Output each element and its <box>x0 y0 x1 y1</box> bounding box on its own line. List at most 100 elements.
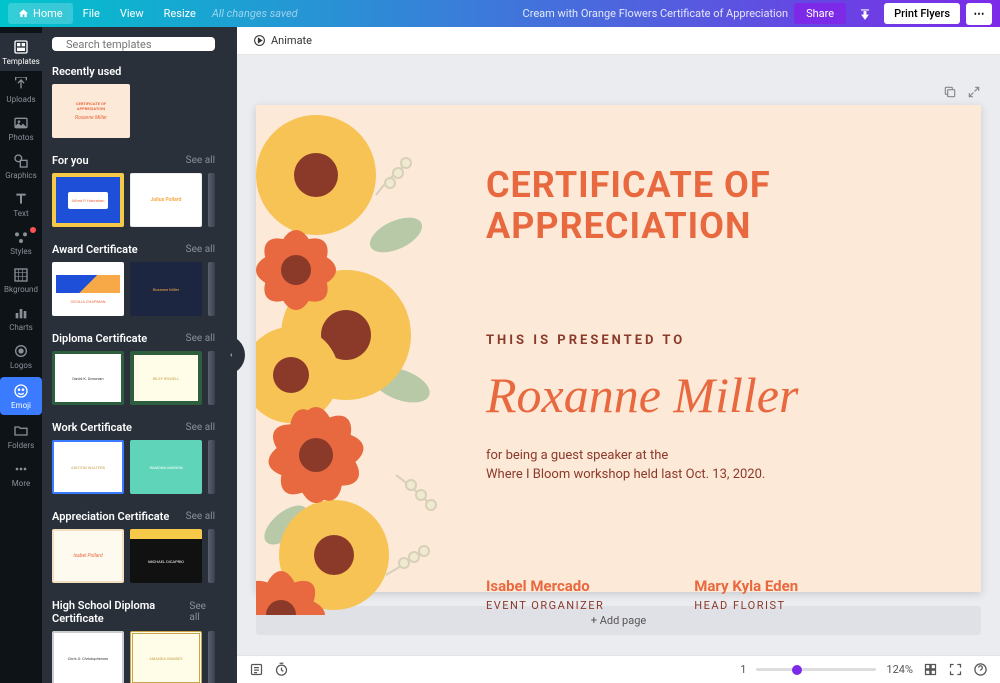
certificate-title[interactable]: CERTIFICATE OF APPRECIATION <box>486 165 931 248</box>
tool-photos[interactable]: Photos <box>0 109 42 147</box>
expand-page-icon[interactable] <box>967 85 981 99</box>
certificate-description[interactable]: for being a guest speaker at the Where I… <box>486 446 931 485</box>
see-all-link[interactable]: See all <box>186 511 215 522</box>
duplicate-page-icon[interactable] <box>943 85 957 99</box>
canvas-scroll[interactable]: CERTIFICATE OF APPRECIATION THIS IS PRES… <box>237 55 1000 655</box>
tool-folders[interactable]: Folders <box>0 417 42 455</box>
home-button[interactable]: Home <box>8 3 73 24</box>
zoom-level[interactable]: 124% <box>886 663 913 676</box>
flower-decoration <box>256 105 466 615</box>
charts-icon <box>13 305 29 321</box>
tool-emoji[interactable]: Emoji <box>0 377 42 415</box>
template-thumb[interactable]: CERTIFICATE OFAPPRECIATION Roxanne Mille… <box>52 84 130 138</box>
section-highschool: High School Diploma Certificate See all <box>52 599 215 625</box>
panel-collapse-button[interactable] <box>225 27 237 683</box>
tool-logos[interactable]: Logos <box>0 337 42 375</box>
chevron-left-icon <box>227 350 235 360</box>
templates-icon <box>13 39 29 55</box>
canvas-toolbar: Animate <box>237 27 1000 55</box>
timer-icon[interactable] <box>274 662 289 677</box>
see-all-link[interactable]: See all <box>189 601 215 623</box>
presented-to-label[interactable]: THIS IS PRESENTED TO <box>486 333 931 348</box>
uploads-icon <box>13 77 29 93</box>
template-more[interactable] <box>208 631 215 683</box>
search-box[interactable] <box>52 37 215 51</box>
see-all-link[interactable]: See all <box>186 244 215 255</box>
template-thumb[interactable]: Julius Pollard <box>130 173 202 227</box>
badge-dot <box>30 227 36 233</box>
section-diploma: Diploma Certificate See all <box>52 332 215 345</box>
template-thumb[interactable]: David K. Donovan <box>52 351 124 405</box>
template-more[interactable] <box>208 173 215 227</box>
text-icon <box>13 191 29 207</box>
folders-icon <box>13 423 29 439</box>
signature-1[interactable]: Isabel Mercado EVENT ORGANIZER <box>486 577 604 612</box>
grid-view-icon[interactable] <box>923 662 938 677</box>
tool-text[interactable]: Text <box>0 185 42 223</box>
download-button[interactable] <box>852 3 878 25</box>
print-button[interactable]: Print Flyers <box>884 3 960 24</box>
template-thumb[interactable]: Chris O. Christophersen <box>52 631 124 683</box>
section-award: Award Certificate See all <box>52 243 215 256</box>
share-button[interactable]: Share <box>794 3 846 24</box>
section-work: Work Certificate See all <box>52 421 215 434</box>
page-actions <box>256 85 981 99</box>
graphics-icon <box>13 153 29 169</box>
styles-icon <box>13 229 29 245</box>
template-thumb[interactable]: Roxanne Miller <box>130 262 202 316</box>
help-icon[interactable] <box>973 662 988 677</box>
section-recently-used: Recently used <box>52 65 215 78</box>
template-more[interactable] <box>208 440 215 494</box>
more-button[interactable]: ⋯ <box>966 3 992 25</box>
tool-styles[interactable]: Styles <box>0 223 42 261</box>
template-thumb[interactable]: AMANDA RAMSEY <box>130 631 202 683</box>
fullscreen-icon[interactable] <box>948 662 963 677</box>
template-more[interactable] <box>208 262 215 316</box>
tool-charts[interactable]: Charts <box>0 299 42 337</box>
more-icon <box>13 461 29 477</box>
certificate-page[interactable]: CERTIFICATE OF APPRECIATION THIS IS PRES… <box>256 105 981 592</box>
tool-uploads[interactable]: Uploads <box>0 71 42 109</box>
save-status: All changes saved <box>212 7 298 20</box>
template-thumb[interactable]: CECILIA CHAPMAN <box>52 262 124 316</box>
notes-icon[interactable] <box>249 662 264 677</box>
certificate-content: CERTIFICATE OF APPRECIATION THIS IS PRES… <box>486 165 931 612</box>
tool-templates[interactable]: Templates <box>0 33 42 71</box>
logos-icon <box>13 343 29 359</box>
animate-button[interactable]: Animate <box>247 31 318 50</box>
home-label: Home <box>33 7 63 20</box>
section-appreciation: Appreciation Certificate See all <box>52 510 215 523</box>
template-more[interactable] <box>208 351 215 405</box>
see-all-link[interactable]: See all <box>186 155 215 166</box>
background-icon <box>13 267 29 283</box>
topbar: Home File View Resize All changes saved … <box>0 0 1000 27</box>
tool-graphics[interactable]: Graphics <box>0 147 42 185</box>
doc-title[interactable]: Cream with Orange Flowers Certificate of… <box>523 7 789 20</box>
template-thumb[interactable]: RAMONA MARION <box>130 440 202 494</box>
zoom-slider[interactable] <box>756 668 876 671</box>
recipient-name[interactable]: Roxanne Miller <box>486 366 931 424</box>
template-thumb[interactable]: RILEY ROWELL <box>130 351 202 405</box>
signature-2[interactable]: Mary Kyla Eden HEAD FLORIST <box>694 577 798 612</box>
tool-background[interactable]: Bkground <box>0 261 42 299</box>
template-thumb[interactable]: Isabel Pollard <box>52 529 124 583</box>
search-input[interactable] <box>66 38 206 51</box>
template-thumb[interactable]: MICHAEL DICAPRIO <box>130 529 202 583</box>
resize-menu[interactable]: Resize <box>154 3 206 24</box>
see-all-link[interactable]: See all <box>186 422 215 433</box>
template-thumb[interactable]: Alfred P. Hanrahan <box>52 173 124 227</box>
emoji-icon <box>13 383 29 399</box>
photos-icon <box>13 115 29 131</box>
home-icon <box>18 8 29 19</box>
template-more[interactable] <box>208 529 215 583</box>
see-all-link[interactable]: See all <box>186 333 215 344</box>
page-count[interactable]: 1 <box>740 663 746 676</box>
tool-more[interactable]: More <box>0 455 42 493</box>
template-thumb[interactable]: ASHTON WALTERS <box>52 440 124 494</box>
canvas-area: Animate <box>237 27 1000 683</box>
view-menu[interactable]: View <box>110 3 154 24</box>
signatures-row: Isabel Mercado EVENT ORGANIZER Mary Kyla… <box>486 577 931 612</box>
side-panel: Recently used CERTIFICATE OFAPPRECIATION… <box>42 27 225 683</box>
file-menu[interactable]: File <box>73 3 110 24</box>
section-for-you: For you See all <box>52 154 215 167</box>
